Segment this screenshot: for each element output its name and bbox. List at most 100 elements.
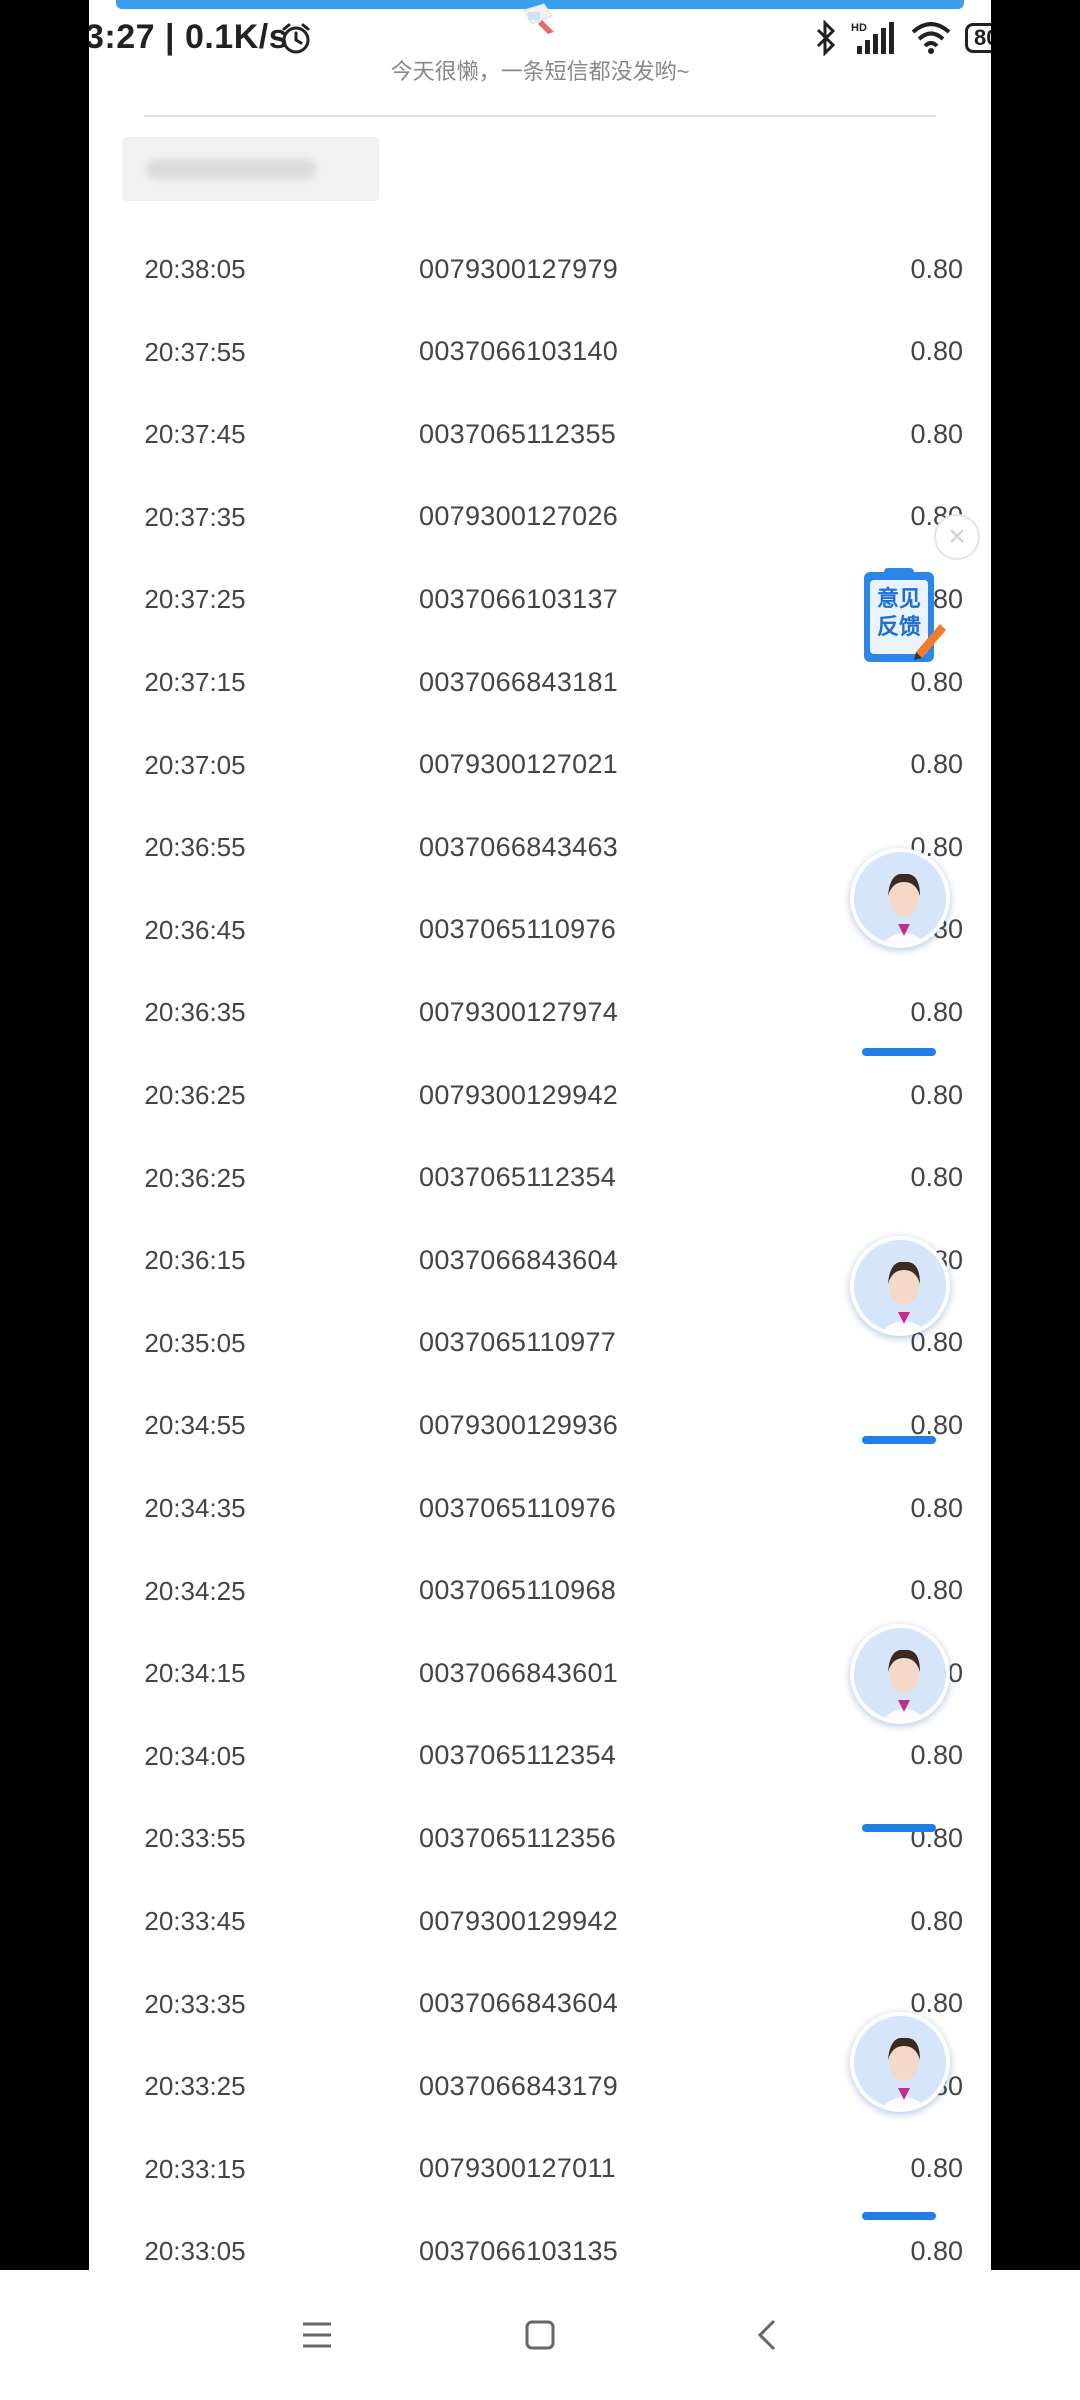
row-time: 20:36:45 xyxy=(144,914,246,945)
menu-button[interactable] xyxy=(292,2310,342,2360)
row-amount: 0.80 xyxy=(910,1162,963,1193)
row-code: 0079300129942 xyxy=(419,1079,619,1110)
row-time: 20:36:25 xyxy=(144,1162,246,1193)
row-code: 0079300129936 xyxy=(419,1409,619,1440)
avatar-underline xyxy=(862,1048,936,1056)
table-row: 20:33:35 0037066843604 0.80 xyxy=(89,1963,991,2045)
table-row: 20:33:05 0037066103135 0.80 xyxy=(89,2210,991,2270)
row-time: 20:38:05 xyxy=(144,254,246,284)
alarm-icon xyxy=(282,23,310,54)
row-time: 20:34:35 xyxy=(144,1493,246,1523)
row-amount: 0.80 xyxy=(910,749,963,780)
assistant-avatar-icon[interactable] xyxy=(850,2012,950,2112)
table-row: 20:34:55 0079300129936 0.80 xyxy=(89,1384,991,1466)
row-code: 0037066843604 xyxy=(419,1988,619,2019)
battery-icon: 80 xyxy=(965,23,991,53)
table-row: 20:34:35 0037065110976 0.80 xyxy=(89,1467,991,1549)
rocket-illustration-icon xyxy=(523,3,554,34)
row-time: 20:37:45 xyxy=(144,419,246,450)
back-icon xyxy=(757,2319,776,2351)
status-time: 3:27 | 0.1K/s xyxy=(89,18,289,56)
empty-sms-message: 今天很懒，一条短信都没发哟~ xyxy=(390,59,690,84)
table-row: 20:36:25 0079300129942 0.80 xyxy=(89,1054,991,1136)
row-code: 0079300127974 xyxy=(419,996,619,1027)
wifi-icon xyxy=(911,22,951,54)
assistant-avatar-icon[interactable] xyxy=(850,1236,950,1336)
row-time: 20:34:25 xyxy=(144,1575,246,1606)
row-code: 0037065112354 xyxy=(419,1162,617,1193)
row-code: 0037066103140 xyxy=(419,336,619,367)
row-amount: 0.80 xyxy=(910,253,963,284)
table-row: 20:37:45 0037065112355 0.80 xyxy=(89,393,991,475)
row-time: 20:33:25 xyxy=(144,2071,246,2102)
assistant-avatar-icon[interactable] xyxy=(850,848,950,948)
row-code: 0037065110977 xyxy=(419,1327,617,1358)
table-row: 20:36:35 0079300127974 0.80 xyxy=(89,971,991,1053)
row-amount: 0.80 xyxy=(910,336,963,367)
row-code: 0037065112354 xyxy=(419,1740,617,1771)
row-time: 20:36:35 xyxy=(144,997,246,1028)
row-amount: 0.80 xyxy=(910,1905,963,1936)
row-time: 20:37:55 xyxy=(144,336,246,367)
table-row: 20:36:25 0037065112354 0.80 xyxy=(89,1137,991,1219)
row-code: 0037066843179 xyxy=(419,2070,619,2101)
row-code: 0037065112356 xyxy=(419,1822,617,1853)
table-row: 20:33:55 0037065112356 0.80 xyxy=(89,1797,991,1879)
row-code: 0079300127026 xyxy=(419,501,619,532)
row-amount: 0.80 xyxy=(910,1740,963,1771)
system-nav-bar xyxy=(0,2270,1080,2400)
row-code: 0037065110976 xyxy=(419,914,617,945)
row-time: 20:37:05 xyxy=(144,749,246,780)
row-time: 20:33:45 xyxy=(144,1906,246,1936)
home-icon xyxy=(525,2320,555,2350)
row-amount: 0.80 xyxy=(910,1822,963,1853)
avatar-underline xyxy=(862,1824,936,1832)
avatar-underline xyxy=(862,1436,936,1444)
feedback-close-button[interactable]: × xyxy=(934,514,980,560)
table-row: 20:35:05 0037065110977 0.80 xyxy=(89,1302,991,1384)
bluetooth-icon xyxy=(816,20,836,56)
avatar-underline xyxy=(862,2212,936,2220)
row-code: 0037066843601 xyxy=(419,1657,619,1688)
row-code: 0037065110976 xyxy=(419,1492,617,1523)
table-row: 20:37:25 0037066103137 0.80 xyxy=(89,558,991,640)
row-time: 20:33:35 xyxy=(144,1988,246,2019)
row-time: 20:35:05 xyxy=(144,1327,246,1358)
hd-signal-icon: HD xyxy=(851,22,894,54)
row-time: 20:33:15 xyxy=(144,2153,246,2184)
table-row: 20:37:05 0079300127021 0.80 xyxy=(89,724,991,806)
row-amount: 0.80 xyxy=(910,1079,963,1110)
row-code: 0079300129942 xyxy=(419,1905,619,1936)
svg-text:HD: HD xyxy=(851,22,867,34)
row-time: 20:36:25 xyxy=(144,1080,246,1110)
row-time: 20:36:15 xyxy=(144,1245,246,1276)
table-row: 20:34:05 0037065112354 0.80 xyxy=(89,1715,991,1797)
row-code: 0037066103137 xyxy=(419,583,619,614)
row-code: 0037065110968 xyxy=(419,1575,617,1606)
row-time: 20:33:55 xyxy=(144,1823,246,1854)
blurred-date-header xyxy=(122,137,379,201)
table-row: 20:33:15 0079300127011 0.80 xyxy=(89,2128,991,2210)
table-row: 20:37:55 0037066103140 0.80 xyxy=(89,311,991,393)
row-code: 0037066103135 xyxy=(419,2235,619,2266)
status-icons: HD 80 xyxy=(815,18,991,58)
feedback-widget-icon[interactable]: 意见 反馈 xyxy=(860,566,946,668)
divider xyxy=(144,115,936,117)
menu-icon xyxy=(303,2322,331,2348)
row-code: 0037065112355 xyxy=(419,418,617,449)
row-time: 20:33:05 xyxy=(144,2236,246,2267)
back-button[interactable] xyxy=(742,2310,792,2360)
row-amount: 0.80 xyxy=(910,996,963,1027)
row-code: 0037066843181 xyxy=(419,666,619,697)
row-time: 20:37:15 xyxy=(144,667,246,697)
row-code: 0037066843463 xyxy=(419,831,619,862)
row-code: 0079300127011 xyxy=(419,2153,617,2184)
assistant-avatar-icon[interactable] xyxy=(850,1624,950,1724)
row-amount: 0.80 xyxy=(910,418,963,449)
home-button[interactable] xyxy=(515,2310,565,2360)
row-time: 20:37:25 xyxy=(144,584,246,615)
table-row: 20:37:35 0079300127026 0.80 xyxy=(89,476,991,558)
table-row: 20:38:05 0079300127979 0.80 xyxy=(89,228,991,310)
page: 3:27 | 0.1K/s HD 80 今天很懒，一条短信都没发哟~ xyxy=(89,0,991,2270)
row-code: 0079300127021 xyxy=(419,749,619,780)
